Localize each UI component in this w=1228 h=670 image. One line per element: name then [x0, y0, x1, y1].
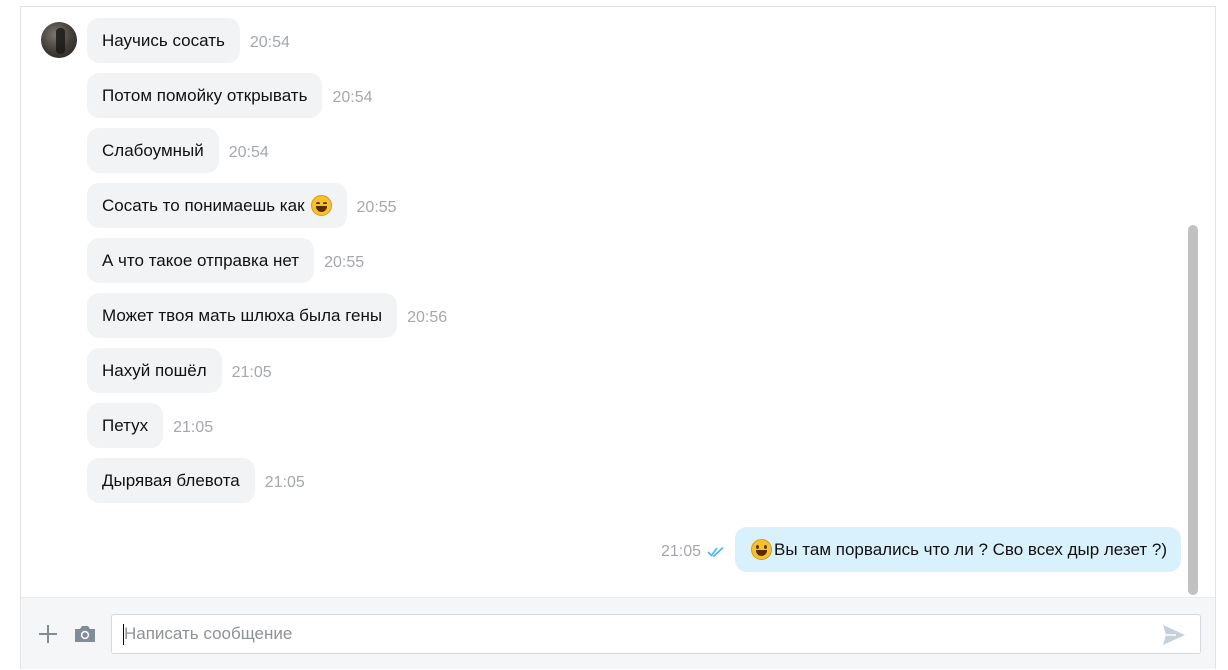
double-check-icon	[707, 546, 724, 557]
scrollbar[interactable]	[1185, 7, 1201, 597]
message-row: А что такое отправка нет 20:55	[87, 238, 364, 283]
grinning-emoji-icon	[751, 539, 773, 560]
message-bubble[interactable]: Дырявая блевота	[87, 458, 255, 503]
message-bubble[interactable]: Слабоумный	[87, 128, 219, 173]
message-time: 20:55	[356, 199, 397, 216]
message-row: Слабоумный 20:54	[87, 128, 269, 173]
avatar[interactable]	[41, 22, 77, 58]
message-time: 21:05	[231, 364, 272, 381]
outgoing-message-row: 21:05 Вы там порвались что ли ? Сво всех…	[661, 527, 1181, 572]
message-text: Нахуй пошёл	[102, 361, 207, 380]
message-time: 21:05	[264, 474, 305, 491]
message-bubble[interactable]: Потом помойку открывать	[87, 73, 323, 118]
message-text: Петух	[102, 416, 149, 435]
message-row: Нахуй пошёл 21:05	[87, 348, 272, 393]
laughing-emoji-icon	[310, 195, 332, 216]
message-time: 21:05	[660, 543, 702, 560]
message-row: Научись сосать 20:54	[87, 18, 290, 63]
message-input[interactable]	[112, 615, 1152, 653]
message-text: Сосать то понимаешь как	[102, 196, 305, 215]
message-row: Потом помойку открывать 20:54	[87, 73, 373, 118]
message-text: Может твоя мать шлюха была гены	[102, 306, 383, 325]
text-caret	[123, 624, 124, 645]
message-text: Вы там порвались что ли ? Сво всех дыр л…	[774, 540, 1167, 559]
message-time: 20:54	[332, 89, 373, 106]
message-input-container[interactable]	[111, 614, 1201, 654]
outgoing-message-bubble[interactable]: Вы там порвались что ли ? Сво всех дыр л…	[735, 527, 1181, 572]
message-time: 20:56	[407, 309, 448, 326]
message-time: 20:55	[324, 254, 365, 271]
message-time: 20:54	[249, 34, 290, 51]
message-composer	[21, 597, 1215, 669]
plus-icon[interactable]	[37, 623, 59, 645]
message-text: Слабоумный	[102, 141, 204, 160]
message-bubble[interactable]: Научись сосать	[87, 18, 240, 63]
message-row: Сосать то понимаешь как 20:55	[87, 183, 397, 228]
message-row: Петух 21:05	[87, 403, 213, 448]
send-icon[interactable]	[1162, 624, 1186, 646]
message-bubble[interactable]: А что такое отправка нет	[87, 238, 315, 283]
message-text: Научись сосать	[102, 31, 225, 50]
message-text: Дырявая блевота	[102, 471, 240, 490]
message-bubble[interactable]: Петух	[87, 403, 164, 448]
message-bubble[interactable]: Нахуй пошёл	[87, 348, 222, 393]
message-time: 20:54	[228, 144, 269, 161]
scrollbar-thumb[interactable]	[1188, 225, 1198, 595]
message-bubble[interactable]: Может твоя мать шлюха была гены	[87, 293, 398, 338]
message-bubble[interactable]: Сосать то понимаешь как	[87, 183, 347, 228]
message-text: Потом помойку открывать	[102, 86, 308, 105]
message-time: 21:05	[173, 419, 214, 436]
message-text: А что такое отправка нет	[102, 251, 300, 270]
camera-icon[interactable]	[73, 624, 97, 644]
message-row: Дырявая блевота 21:05	[87, 458, 305, 503]
message-history[interactable]: Научись сосать 20:54 Потом помойку откры…	[21, 7, 1201, 597]
chat-window: Научись сосать 20:54 Потом помойку откры…	[20, 6, 1216, 669]
message-row: Может твоя мать шлюха была гены 20:56	[87, 293, 447, 338]
